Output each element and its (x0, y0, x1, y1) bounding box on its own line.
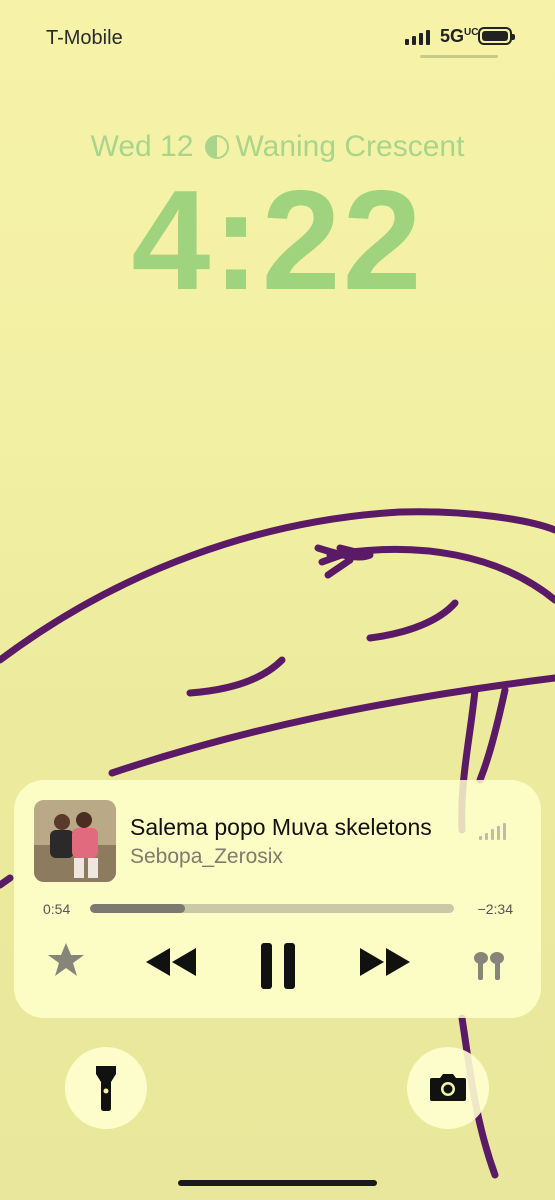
playback-scrubber[interactable] (90, 904, 454, 913)
flashlight-button[interactable] (65, 1047, 147, 1129)
star-icon[interactable] (46, 940, 86, 980)
elapsed-time: 0:54 (43, 901, 71, 917)
airpods-icon[interactable] (472, 950, 506, 986)
signal-icon (405, 29, 430, 45)
battery-icon (478, 27, 515, 45)
moon-phase-label: Waning Crescent (235, 130, 465, 163)
date-label: Wed 12 (90, 130, 194, 163)
lock-clock: 4:22 (131, 161, 424, 320)
pause-icon[interactable] (258, 940, 298, 992)
rewind-icon[interactable] (144, 946, 198, 978)
carrier-label: T-Mobile (46, 27, 123, 49)
song-title: Salema popo Muva skeletons (130, 814, 432, 840)
home-indicator[interactable] (178, 1180, 377, 1186)
control-center-handle[interactable] (420, 55, 498, 58)
status-bar: T-Mobile 5GUC (0, 0, 555, 80)
audio-level-icon (479, 822, 506, 840)
camera-button[interactable] (407, 1047, 489, 1129)
date-widget: Wed 12 Waning Crescent (0, 130, 555, 164)
album-art[interactable] (34, 800, 116, 882)
artist-name: Sebopa_Zerosix (130, 845, 283, 868)
remaining-time: −2:34 (477, 901, 513, 917)
camera-icon (430, 1074, 466, 1101)
fast-forward-icon[interactable] (358, 946, 412, 978)
flashlight-icon (96, 1066, 116, 1111)
moon-phase-icon (205, 135, 230, 159)
network-indicator: 5GUC (440, 26, 479, 46)
now-playing-widget[interactable]: Salema popo Muva skeletons Sebopa_Zerosi… (14, 780, 541, 1018)
